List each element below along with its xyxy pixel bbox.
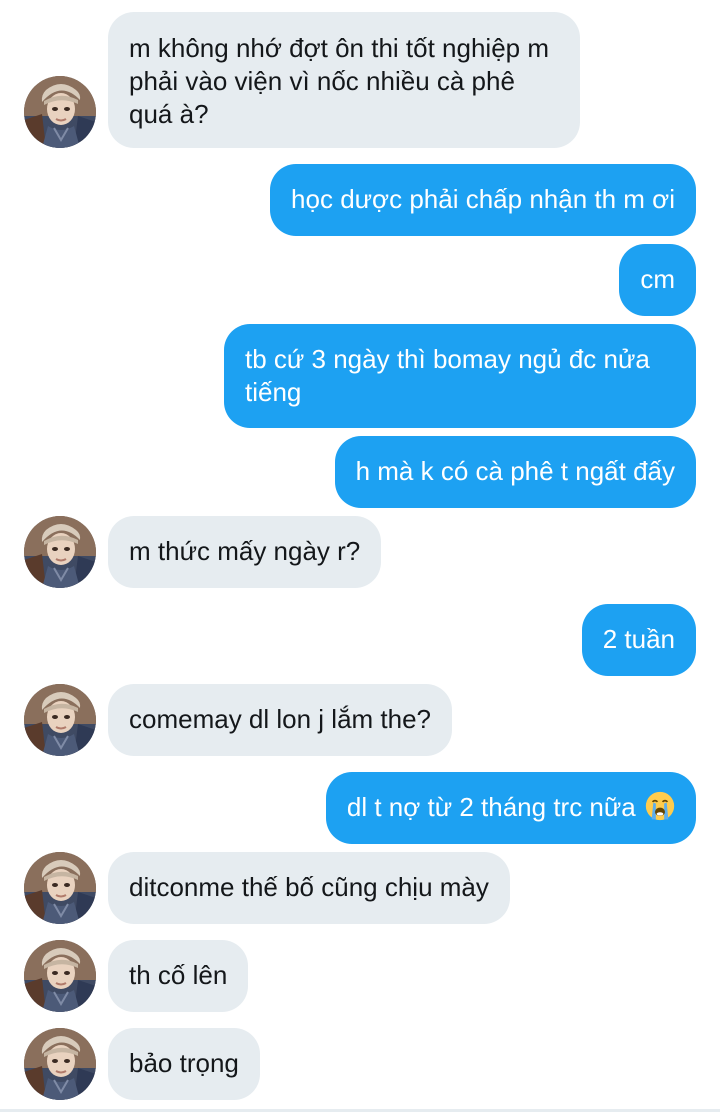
message-row-outgoing: cm xyxy=(0,244,720,316)
message-row-outgoing: h mà k có cà phê t ngất đấy xyxy=(0,436,720,508)
conversation-thread: m không nhớ đợt ôn thi tốt nghiệp m phải… xyxy=(0,0,720,1112)
contact-avatar[interactable] xyxy=(24,684,96,756)
loudly-crying-face-icon xyxy=(645,791,675,821)
outgoing-message-bubble[interactable]: học dược phải chấp nhận th m ơi xyxy=(270,164,696,236)
incoming-message-bubble[interactable]: m không nhớ đợt ôn thi tốt nghiệp m phải… xyxy=(108,12,580,148)
incoming-message-bubble[interactable]: comemay dl lon j lắm the? xyxy=(108,684,453,756)
contact-avatar[interactable] xyxy=(24,852,96,924)
outgoing-message-bubble[interactable]: tb cứ 3 ngày thì bomay ngủ đc nửa tiếng xyxy=(224,324,696,428)
message-row-incoming: m không nhớ đợt ôn thi tốt nghiệp m phải… xyxy=(0,12,720,148)
message-row-incoming: comemay dl lon j lắm the? xyxy=(0,684,720,756)
outgoing-message-bubble[interactable]: dl t nợ từ 2 tháng trc nữa xyxy=(325,772,696,844)
message-text: dl t nợ từ 2 tháng trc nữa xyxy=(346,792,636,822)
message-row-outgoing: tb cứ 3 ngày thì bomay ngủ đc nửa tiếng xyxy=(0,324,720,428)
outgoing-message-bubble[interactable]: h mà k có cà phê t ngất đấy xyxy=(334,436,696,508)
message-row-incoming: ditconme thế bố cũng chịu mày xyxy=(0,852,720,924)
message-row-incoming: m thức mấy ngày r? xyxy=(0,516,720,588)
message-row-outgoing: học dược phải chấp nhận th m ơi xyxy=(0,164,720,236)
message-row-incoming: th cố lên xyxy=(0,940,720,1012)
incoming-message-bubble[interactable]: ditconme thế bố cũng chịu mày xyxy=(108,852,510,924)
contact-avatar[interactable] xyxy=(24,1028,96,1100)
outgoing-message-bubble[interactable]: cm xyxy=(619,244,696,316)
contact-avatar[interactable] xyxy=(24,940,96,1012)
message-row-incoming: bảo trọng xyxy=(0,1028,720,1100)
contact-avatar[interactable] xyxy=(24,516,96,588)
incoming-message-bubble[interactable]: m thức mấy ngày r? xyxy=(108,516,382,588)
outgoing-message-bubble[interactable]: 2 tuần xyxy=(581,604,696,676)
message-row-outgoing: dl t nợ từ 2 tháng trc nữa xyxy=(0,772,720,844)
contact-avatar[interactable] xyxy=(24,76,96,148)
incoming-message-bubble[interactable]: th cố lên xyxy=(108,940,249,1012)
message-row-outgoing: 2 tuần xyxy=(0,604,720,676)
incoming-message-bubble[interactable]: bảo trọng xyxy=(108,1028,260,1100)
